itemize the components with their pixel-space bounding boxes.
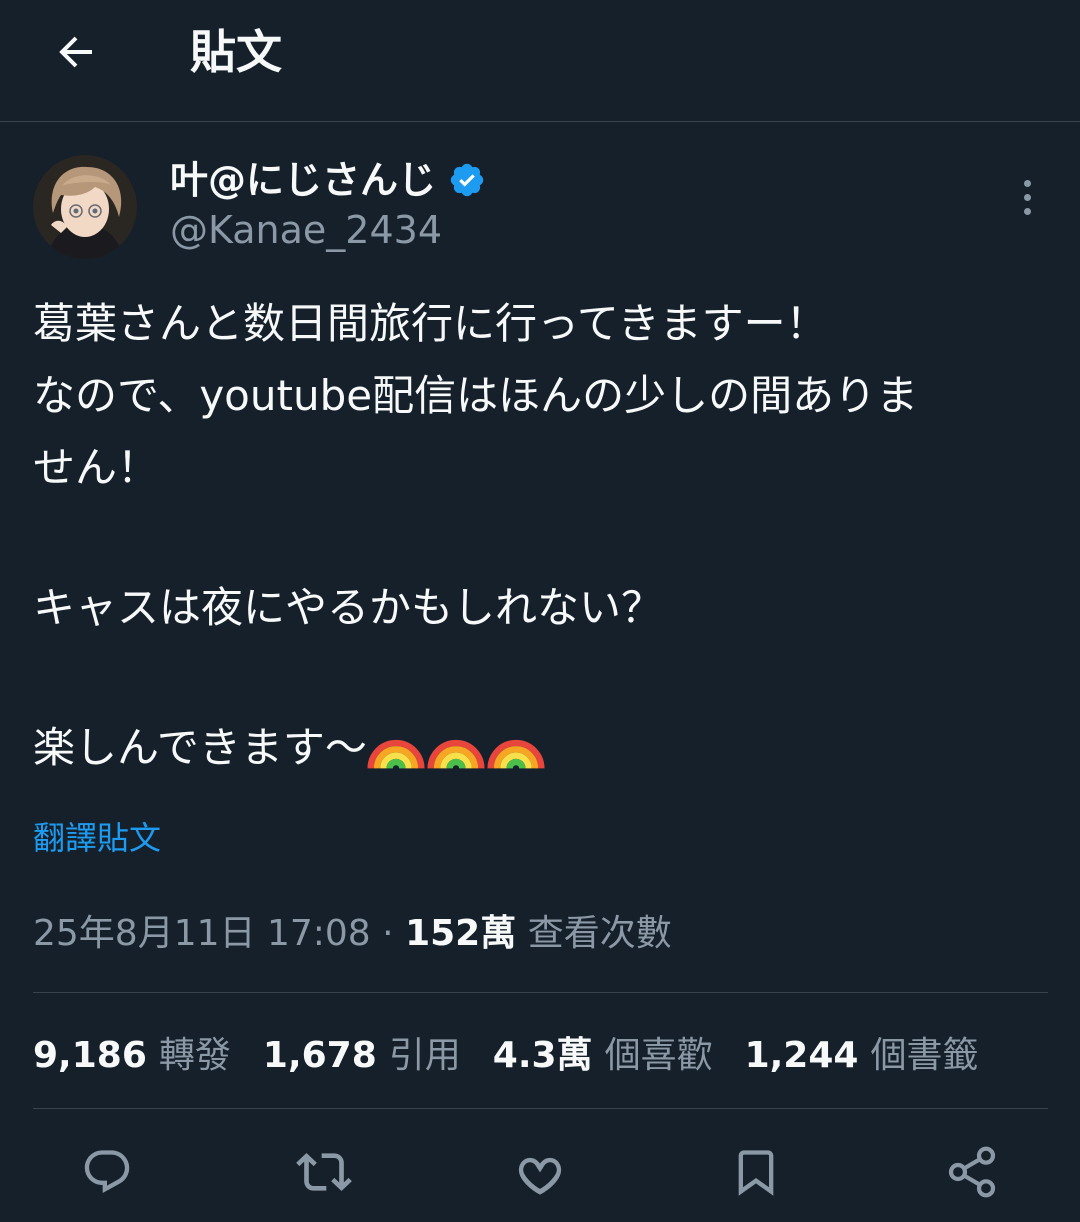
author-name-row[interactable]: 叶@にじさんじ <box>170 152 486 208</box>
rainbow-emoji-icon <box>487 739 545 769</box>
engagement-stats: 9,186 轉發 1,678 引用 4.3萬 個喜歡 1,244 個書籤 <box>33 1030 978 1082</box>
rainbow-emoji-icon <box>427 739 485 769</box>
avatar[interactable] <box>33 155 137 259</box>
tweet-line: なので、youtube配信はほんの少しの間ありま <box>33 371 919 420</box>
quote-stat[interactable]: 1,678 引用 <box>263 1030 461 1082</box>
author-handle[interactable]: @Kanae_2434 <box>170 206 442 254</box>
post-timestamp[interactable]: 25年8月11日 17:08 <box>33 913 371 954</box>
tweet-text: 葛葉さんと数日間旅行に行ってきますー！ なので、youtube配信はほんの少しの… <box>33 288 1053 784</box>
bookmark-button[interactable] <box>724 1140 788 1204</box>
more-dot-icon <box>1023 193 1031 201</box>
retweet-stat[interactable]: 9,186 轉發 <box>33 1030 231 1082</box>
author-display-name[interactable]: 叶@にじさんじ <box>170 154 436 206</box>
share-button[interactable] <box>940 1140 1004 1204</box>
rainbow-emoji-icon <box>367 739 425 769</box>
view-count-label: 查看次數 <box>527 913 672 954</box>
verified-badge-icon <box>450 163 484 197</box>
more-dot-icon <box>1023 207 1031 215</box>
tweet-last-line: 楽しんできます〜 <box>33 712 1053 784</box>
retweet-button[interactable] <box>292 1140 356 1204</box>
bookmark-stat[interactable]: 1,244 個書籤 <box>745 1030 979 1082</box>
tweet-line: キャスは夜にやるかもしれない？ <box>33 583 664 632</box>
more-dot-icon <box>1023 179 1031 187</box>
tweet-line: 楽しんできます〜 <box>33 723 367 772</box>
top-bar: 貼文 <box>0 0 1080 122</box>
reply-button[interactable] <box>75 1140 139 1204</box>
translate-post-link[interactable]: 翻譯貼文 <box>33 814 161 862</box>
view-count: 152萬 <box>405 913 517 954</box>
like-icon <box>518 1157 562 1195</box>
page-title: 貼文 <box>190 25 282 79</box>
reply-icon <box>84 1150 130 1194</box>
like-stat[interactable]: 4.3萬 個喜歡 <box>493 1030 713 1082</box>
divider <box>33 1108 1048 1109</box>
action-bar <box>0 1140 1080 1204</box>
more-options-button[interactable] <box>1006 172 1048 222</box>
bookmark-icon <box>738 1150 774 1196</box>
back-button[interactable] <box>44 20 108 84</box>
retweet-icon <box>296 1153 352 1191</box>
divider <box>33 992 1048 993</box>
tweet-line: 葛葉さんと数日間旅行に行ってきますー！ <box>33 299 828 348</box>
arrow-left-icon <box>59 36 92 68</box>
like-button[interactable] <box>508 1140 572 1204</box>
meta-separator: · <box>382 913 394 954</box>
tweet-line: せん！ <box>33 443 160 492</box>
share-icon <box>948 1146 996 1198</box>
post-meta: 25年8月11日 17:08 · 152萬 查看次數 <box>33 908 672 960</box>
